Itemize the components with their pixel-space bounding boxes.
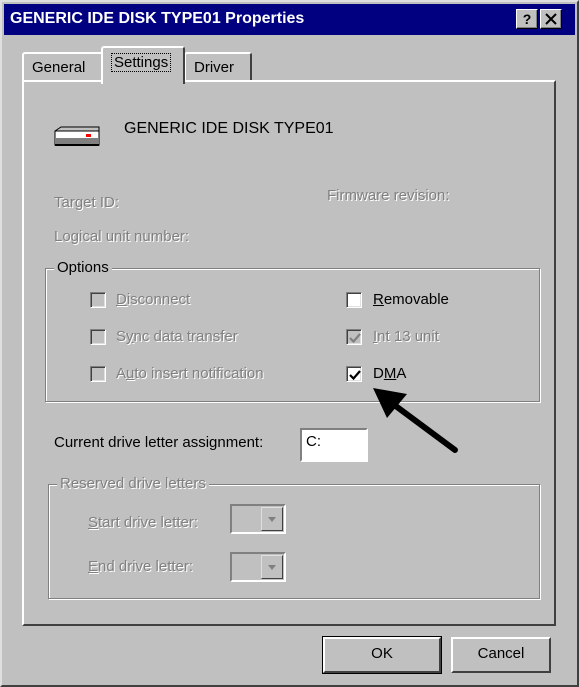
target-id-label: Target ID: [54,194,120,211]
options-legend: Options [54,259,112,276]
current-drive-letter-label: Current drive letter assignment: [54,434,264,451]
close-button[interactable] [540,9,562,29]
start-drive-letter-label: Start drive letter: [88,514,199,531]
disconnect-label: Disconnect [116,291,191,308]
start-drive-letter-combo[interactable] [230,504,286,534]
window-title: GENERIC IDE DISK TYPE01 Properties [10,10,305,27]
pointer-arrow-icon [373,388,458,453]
help-button[interactable]: ? [516,9,538,29]
logical-unit-label: Logical unit number: [54,228,190,245]
firmware-revision-label: Firmware revision: [327,187,450,204]
cancel-button[interactable]: Cancel [451,637,551,673]
sync-data-transfer-checkbox[interactable] [90,329,106,345]
dma-checkbox[interactable] [346,366,362,382]
tab-driver-label: Driver [194,59,234,76]
tab-general-label: General [32,59,86,76]
end-drive-letter-combo[interactable] [230,552,286,582]
auto-insert-notification-label: Auto insert notification [116,365,264,382]
tab-driver[interactable]: Driver [184,52,252,82]
title-bar[interactable]: GENERIC IDE DISK TYPE01 Properties ? [4,4,575,35]
removable-label: Removable [373,291,449,308]
tab-settings[interactable]: Settings [101,46,185,84]
sync-data-transfer-label: Sync data transfer [116,328,238,345]
current-drive-letter-field[interactable]: C: [300,428,368,462]
tab-general[interactable]: General [22,52,104,82]
end-drive-letter-dropdown-button[interactable] [261,555,283,579]
disk-drive-icon [54,126,100,146]
ok-button[interactable]: OK [322,636,442,674]
tab-settings-label: Settings [111,53,172,72]
chevron-down-icon [268,517,276,522]
chevron-down-icon [268,565,276,570]
device-name: GENERIC IDE DISK TYPE01 [124,120,334,137]
int13-unit-label: Int 13 unit [373,328,439,345]
end-drive-letter-label: End drive letter: [88,558,194,575]
int13-unit-checkbox[interactable] [346,329,362,345]
reserved-drive-letters-group: Reserved drive letters [48,475,540,599]
disconnect-checkbox[interactable] [90,292,106,308]
reserved-drive-letters-legend: Reserved drive letters [57,475,209,492]
check-mark-icon [349,370,361,381]
start-drive-letter-dropdown-button[interactable] [261,507,283,531]
auto-insert-notification-checkbox[interactable] [90,366,106,382]
check-mark-icon [349,333,361,344]
removable-checkbox[interactable] [346,292,362,308]
close-icon [545,13,557,25]
